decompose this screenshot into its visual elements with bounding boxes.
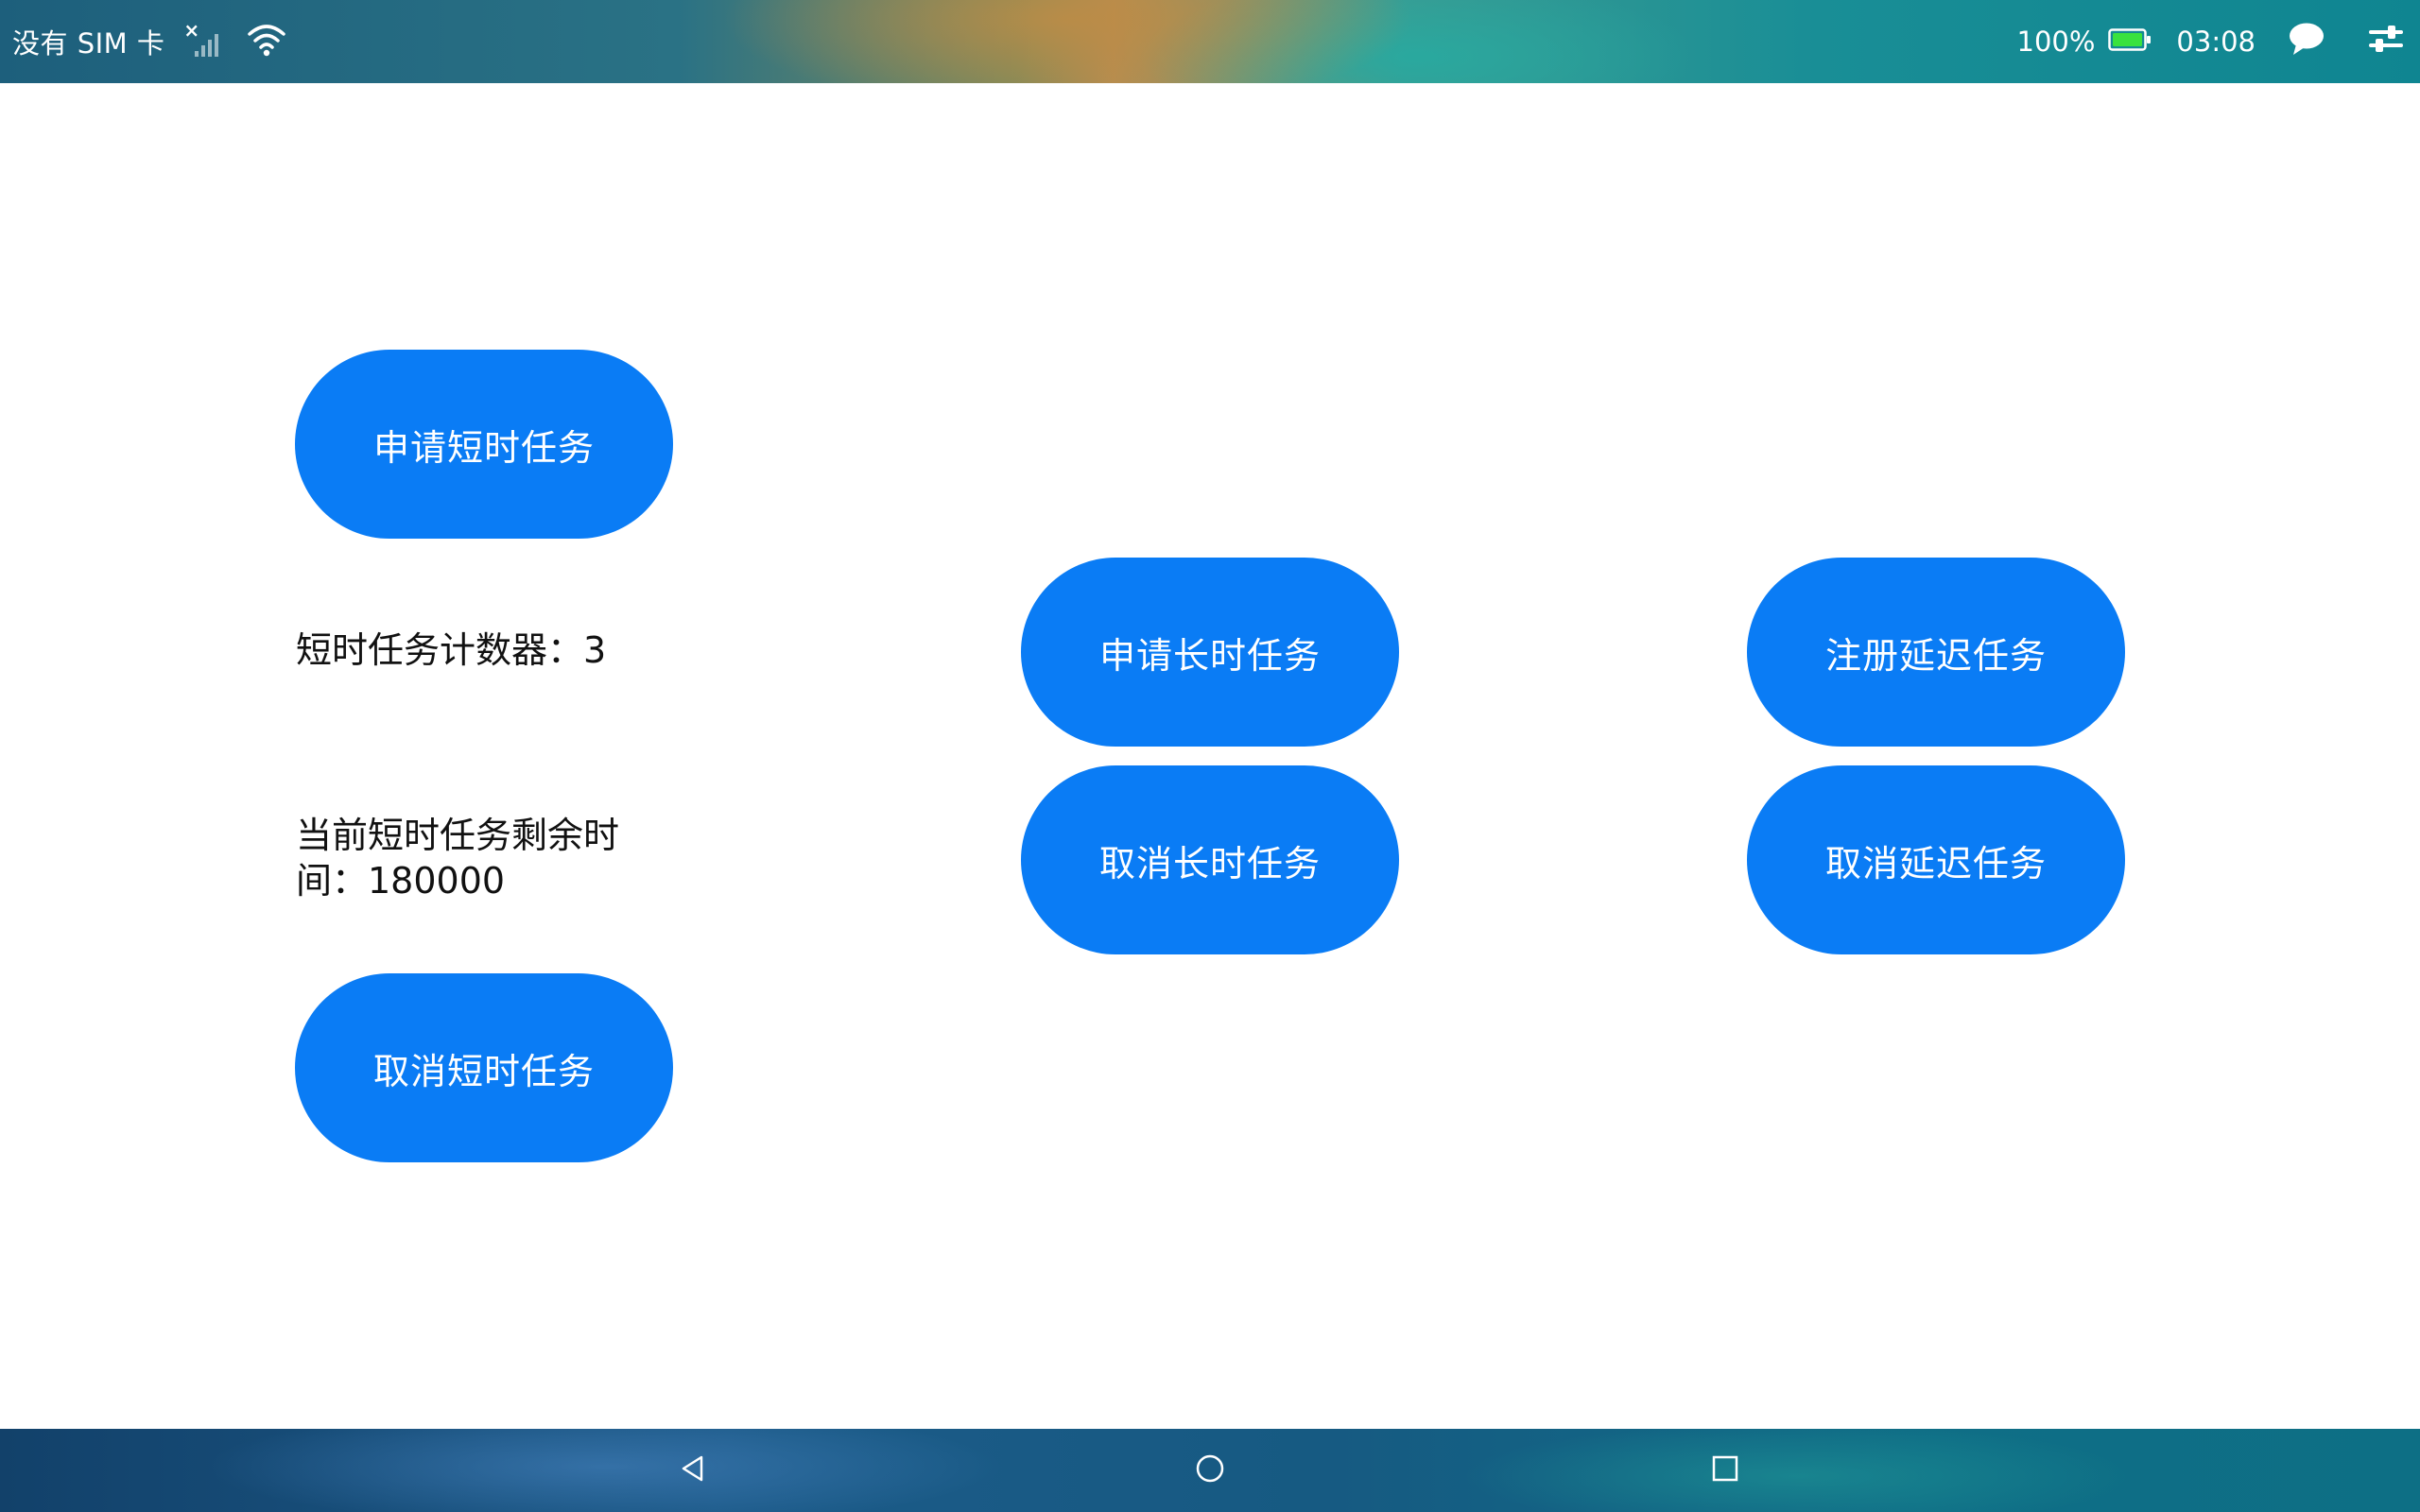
remaining-time-line-2: 间：180000 bbox=[296, 860, 506, 902]
sim-status-text: 没有 SIM 卡 bbox=[12, 27, 165, 60]
cancel-long-task-button[interactable]: 取消长时任务 bbox=[1021, 765, 1399, 954]
no-signal-mark: × bbox=[183, 19, 200, 42]
message-icon[interactable] bbox=[2288, 22, 2325, 61]
back-button[interactable] bbox=[636, 1429, 750, 1512]
control-center-icon[interactable] bbox=[2367, 23, 2405, 60]
home-button[interactable] bbox=[1153, 1429, 1267, 1512]
cancel-short-task-button[interactable]: 取消短时任务 bbox=[295, 973, 673, 1162]
back-icon bbox=[679, 1454, 707, 1486]
status-bar-right: 100% 03:08 bbox=[2017, 0, 2420, 83]
cancel-delay-task-button[interactable]: 取消延迟任务 bbox=[1747, 765, 2125, 954]
clock: 03:08 bbox=[2176, 26, 2256, 58]
status-bar-left: 没有 SIM 卡 × bbox=[12, 0, 287, 83]
apply-long-task-button[interactable]: 申请长时任务 bbox=[1021, 558, 1399, 747]
screen: 没有 SIM 卡 × 100% 03:08 申请短时任务 短时任务计数器：3 当… bbox=[0, 0, 2420, 1512]
navigation-bar bbox=[0, 1429, 2420, 1512]
home-icon bbox=[1195, 1453, 1225, 1487]
short-task-counter: 短时任务计数器：3 bbox=[296, 629, 607, 671]
apply-short-task-button[interactable]: 申请短时任务 bbox=[295, 350, 673, 539]
register-delay-task-button[interactable]: 注册延迟任务 bbox=[1747, 558, 2125, 747]
wifi-icon bbox=[246, 21, 287, 62]
remaining-time-line-1: 当前短时任务剩余时 bbox=[296, 815, 620, 856]
short-task-remaining-time: 当前短时任务剩余时 间：180000 bbox=[296, 813, 619, 903]
status-bar: 没有 SIM 卡 × 100% 03:08 bbox=[0, 0, 2420, 83]
signal-icon: × bbox=[182, 19, 229, 62]
battery-percent: 100% bbox=[2016, 26, 2096, 58]
battery-icon bbox=[2108, 27, 2152, 56]
recents-button[interactable] bbox=[1668, 1429, 1782, 1512]
recents-icon bbox=[1711, 1454, 1739, 1486]
